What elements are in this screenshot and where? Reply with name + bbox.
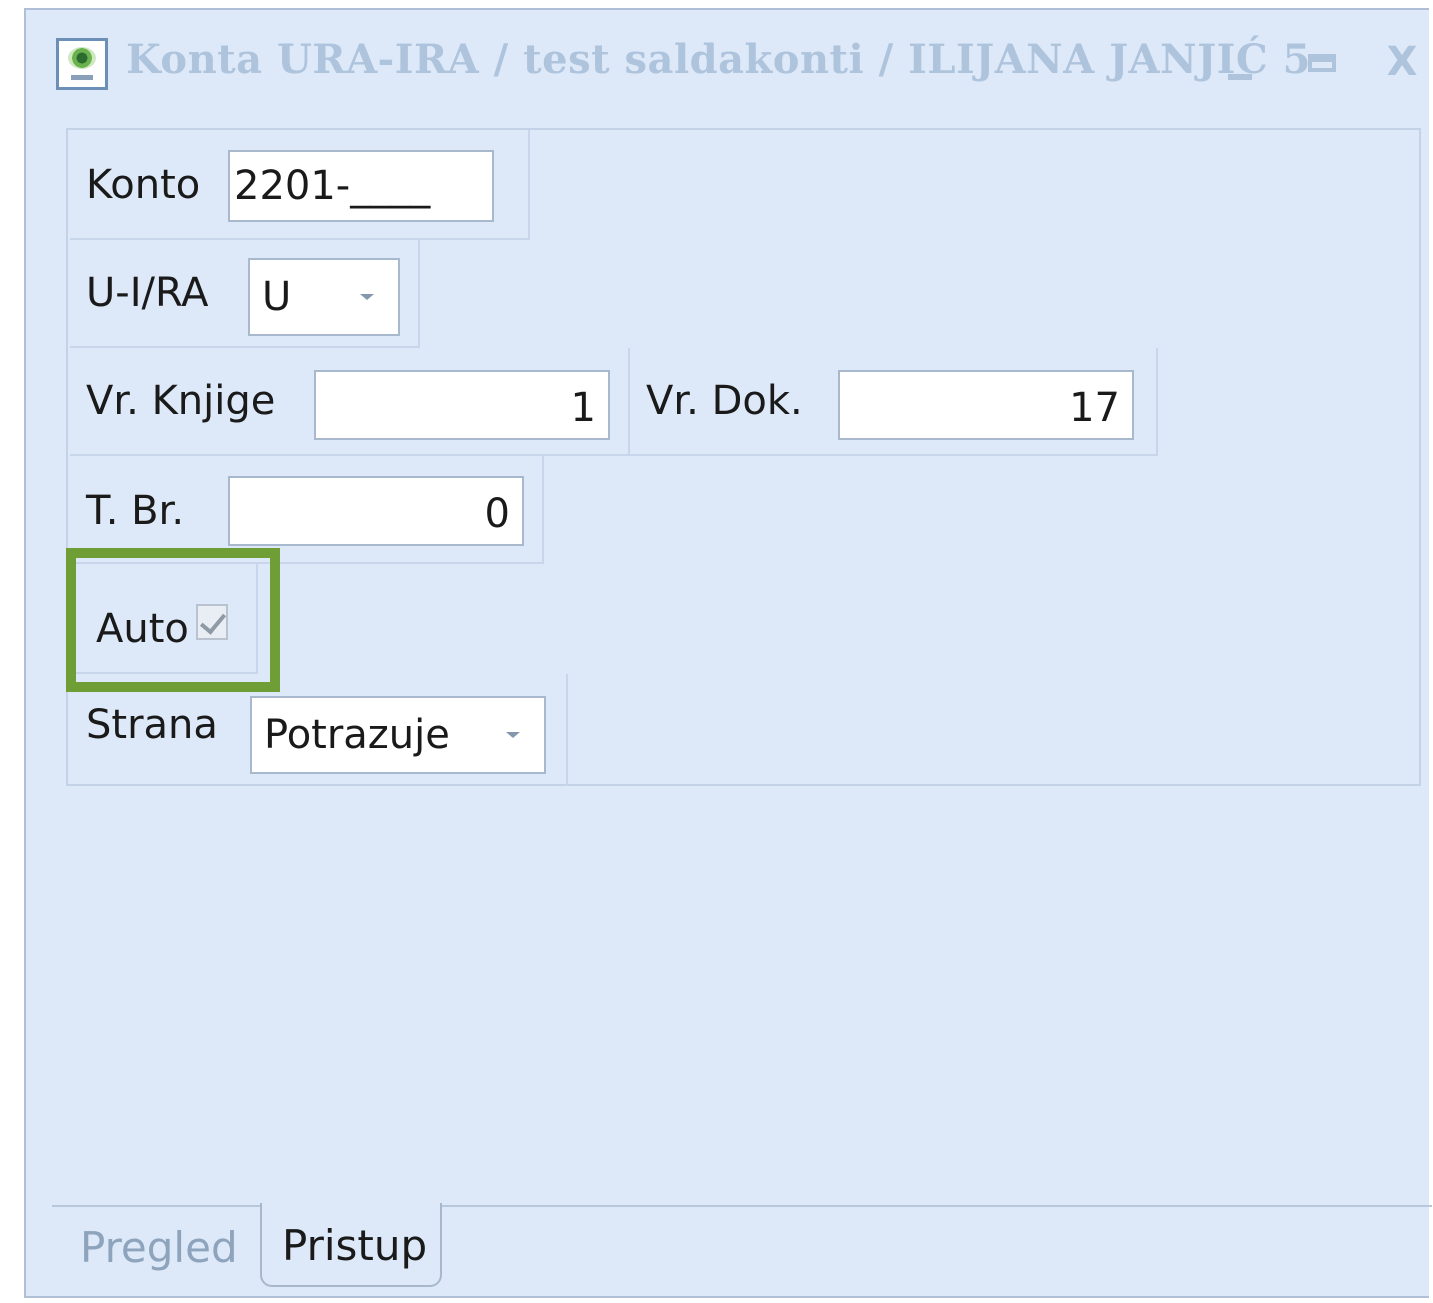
icon-bar xyxy=(71,75,93,80)
vr-knjige-label: Vr. Knjige xyxy=(86,378,276,424)
t-br-label: T. Br. xyxy=(86,488,185,534)
maximize-icon xyxy=(1308,54,1336,72)
konto-label: Konto xyxy=(86,162,201,208)
vr-dok-label: Vr. Dok. xyxy=(646,378,803,424)
app-eye-icon[interactable] xyxy=(56,38,108,90)
strana-select[interactable]: Potrazuje xyxy=(250,696,546,774)
tab-pristup-container[interactable]: Pristup xyxy=(260,1203,442,1287)
ui-ra-label: U-I/RA xyxy=(86,270,209,316)
ui-ra-select[interactable]: U xyxy=(248,258,400,336)
vr-knjige-input[interactable]: 1 xyxy=(314,370,610,440)
eye-glyph xyxy=(68,47,96,69)
konta-window: Konta URA-IRA / test saldakonti / ILIJAN… xyxy=(24,8,1432,1298)
tab-pregled[interactable]: Pregled xyxy=(80,1223,238,1272)
tab-bar: Pregled Pristup xyxy=(52,1203,1432,1297)
strana-label: Strana xyxy=(86,702,218,748)
chevron-down-icon[interactable] xyxy=(506,732,520,738)
konto-input[interactable]: 2201-____ xyxy=(228,150,494,222)
vr-dok-cell: Vr. Dok. 17 xyxy=(630,348,1158,456)
ui-ra-cell: U-I/RA U xyxy=(70,240,420,348)
close-button[interactable]: X xyxy=(1374,34,1430,90)
window-title: Konta URA-IRA / test saldakonti / ILIJAN… xyxy=(126,36,1311,83)
auto-highlight-box xyxy=(66,548,280,692)
ui-ra-value: U xyxy=(262,274,292,320)
minimize-button[interactable] xyxy=(1214,34,1270,90)
maximize-button[interactable] xyxy=(1296,34,1352,90)
minimize-icon xyxy=(1228,74,1252,80)
title-bar[interactable]: Konta URA-IRA / test saldakonti / ILIJAN… xyxy=(26,10,1429,110)
t-br-input[interactable]: 0 xyxy=(228,476,524,546)
strana-value: Potrazuje xyxy=(264,712,450,758)
chevron-down-icon[interactable] xyxy=(360,294,374,300)
konto-cell: Konto 2201-____ xyxy=(70,130,530,240)
vr-dok-input[interactable]: 17 xyxy=(838,370,1134,440)
tab-pristup[interactable]: Pristup xyxy=(282,1221,427,1270)
vr-knjige-cell: Vr. Knjige 1 xyxy=(70,348,630,456)
